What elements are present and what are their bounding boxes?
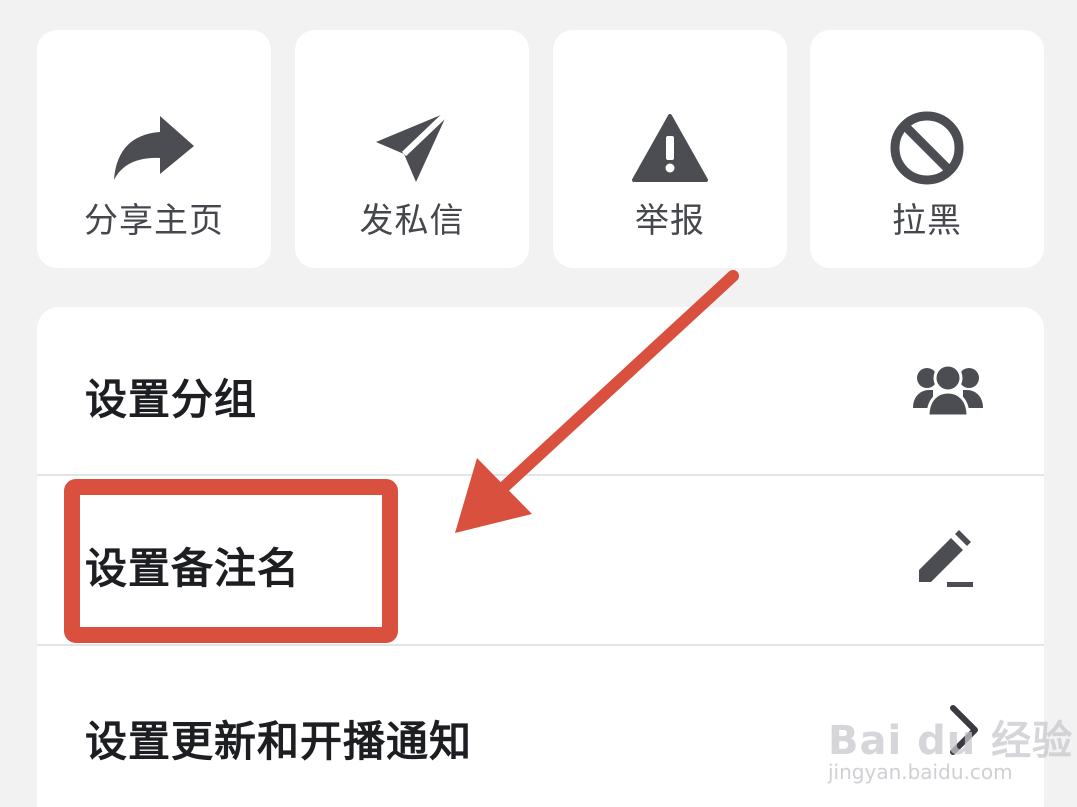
- share-icon: [37, 106, 271, 190]
- watermark-url: jingyan.baidu.com: [828, 760, 1013, 784]
- group-icon: [913, 363, 983, 418]
- block-icon: [810, 106, 1044, 190]
- edit-icon: [919, 530, 973, 587]
- warning-icon: [553, 106, 787, 190]
- set-group-row[interactable]: 设置分组: [37, 307, 1044, 475]
- set-remark-name-label: 设置备注名: [85, 544, 301, 593]
- set-remark-name-row[interactable]: 设置备注名: [37, 476, 1044, 644]
- screen: 分享主页 发私信 举报 拉黑 设置分组 设置备注名 设置更新和开播通知 Bai …: [0, 0, 1077, 807]
- block-label: 拉黑: [892, 201, 962, 241]
- share-profile-button[interactable]: 分享主页: [37, 30, 271, 268]
- send-icon: [295, 106, 529, 190]
- block-button[interactable]: 拉黑: [810, 30, 1044, 268]
- report-button[interactable]: 举报: [553, 30, 787, 268]
- send-message-label: 发私信: [359, 201, 465, 241]
- set-update-notify-label: 设置更新和开播通知: [85, 717, 473, 766]
- share-profile-label: 分享主页: [84, 201, 224, 241]
- watermark-logo: Bai du 经验: [828, 718, 1074, 764]
- set-group-label: 设置分组: [85, 375, 258, 424]
- send-message-button[interactable]: 发私信: [295, 30, 529, 268]
- report-label: 举报: [635, 201, 705, 241]
